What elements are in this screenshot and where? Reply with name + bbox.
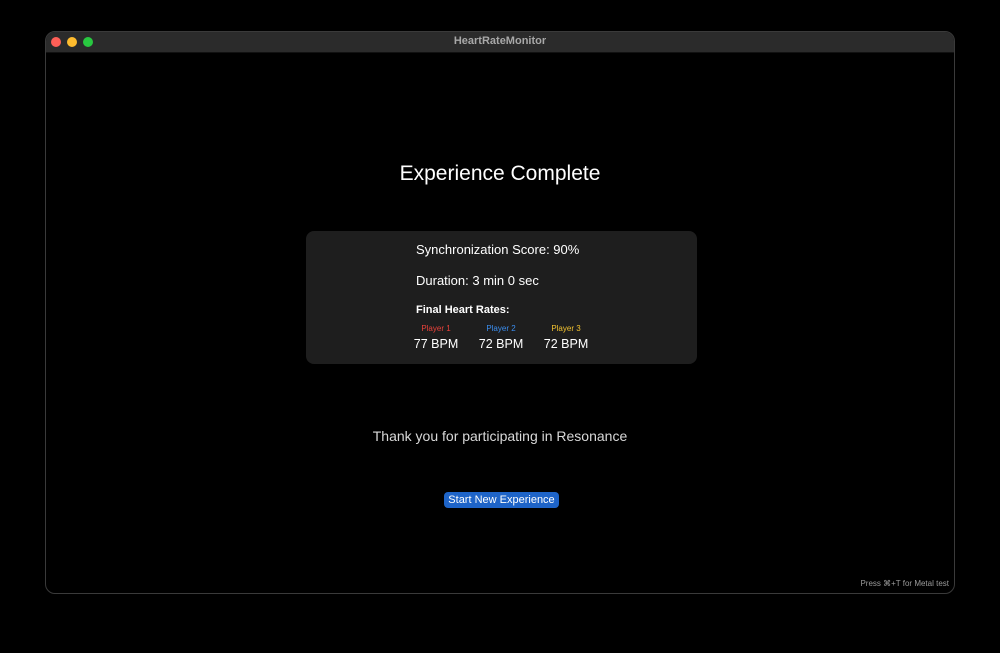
sync-score: Synchronization Score: 90% <box>416 242 580 257</box>
app-window: HeartRateMonitor Experience Complete Syn… <box>45 31 955 594</box>
duration: Duration: 3 min 0 sec <box>416 273 539 288</box>
player-bpm: 72 BPM <box>543 337 589 351</box>
results-card: Synchronization Score: 90% Duration: 3 m… <box>306 231 697 364</box>
title-bar: HeartRateMonitor <box>46 32 954 53</box>
player-bpm: 72 BPM <box>478 337 524 351</box>
player-2-rate: Player 2 72 BPM <box>471 324 531 351</box>
final-rates-heading: Final Heart Rates: <box>416 304 510 316</box>
player-name: Player 1 <box>421 324 451 333</box>
main-content: Experience Complete Synchronization Scor… <box>46 53 954 593</box>
player-bpm: 77 BPM <box>413 337 459 351</box>
thank-you-message: Thank you for participating in Resonance <box>372 428 628 444</box>
page-title: Experience Complete <box>399 162 601 185</box>
start-new-experience-button[interactable]: Start New Experience <box>444 492 559 508</box>
player-1-rate: Player 1 77 BPM <box>406 324 466 351</box>
window-title: HeartRateMonitor <box>453 35 547 47</box>
player-name: Player 3 <box>551 324 581 333</box>
player-name: Player 2 <box>486 324 516 333</box>
metal-test-hint: Press ⌘+T for Metal test <box>860 579 949 588</box>
player-3-rate: Player 3 72 BPM <box>536 324 596 351</box>
